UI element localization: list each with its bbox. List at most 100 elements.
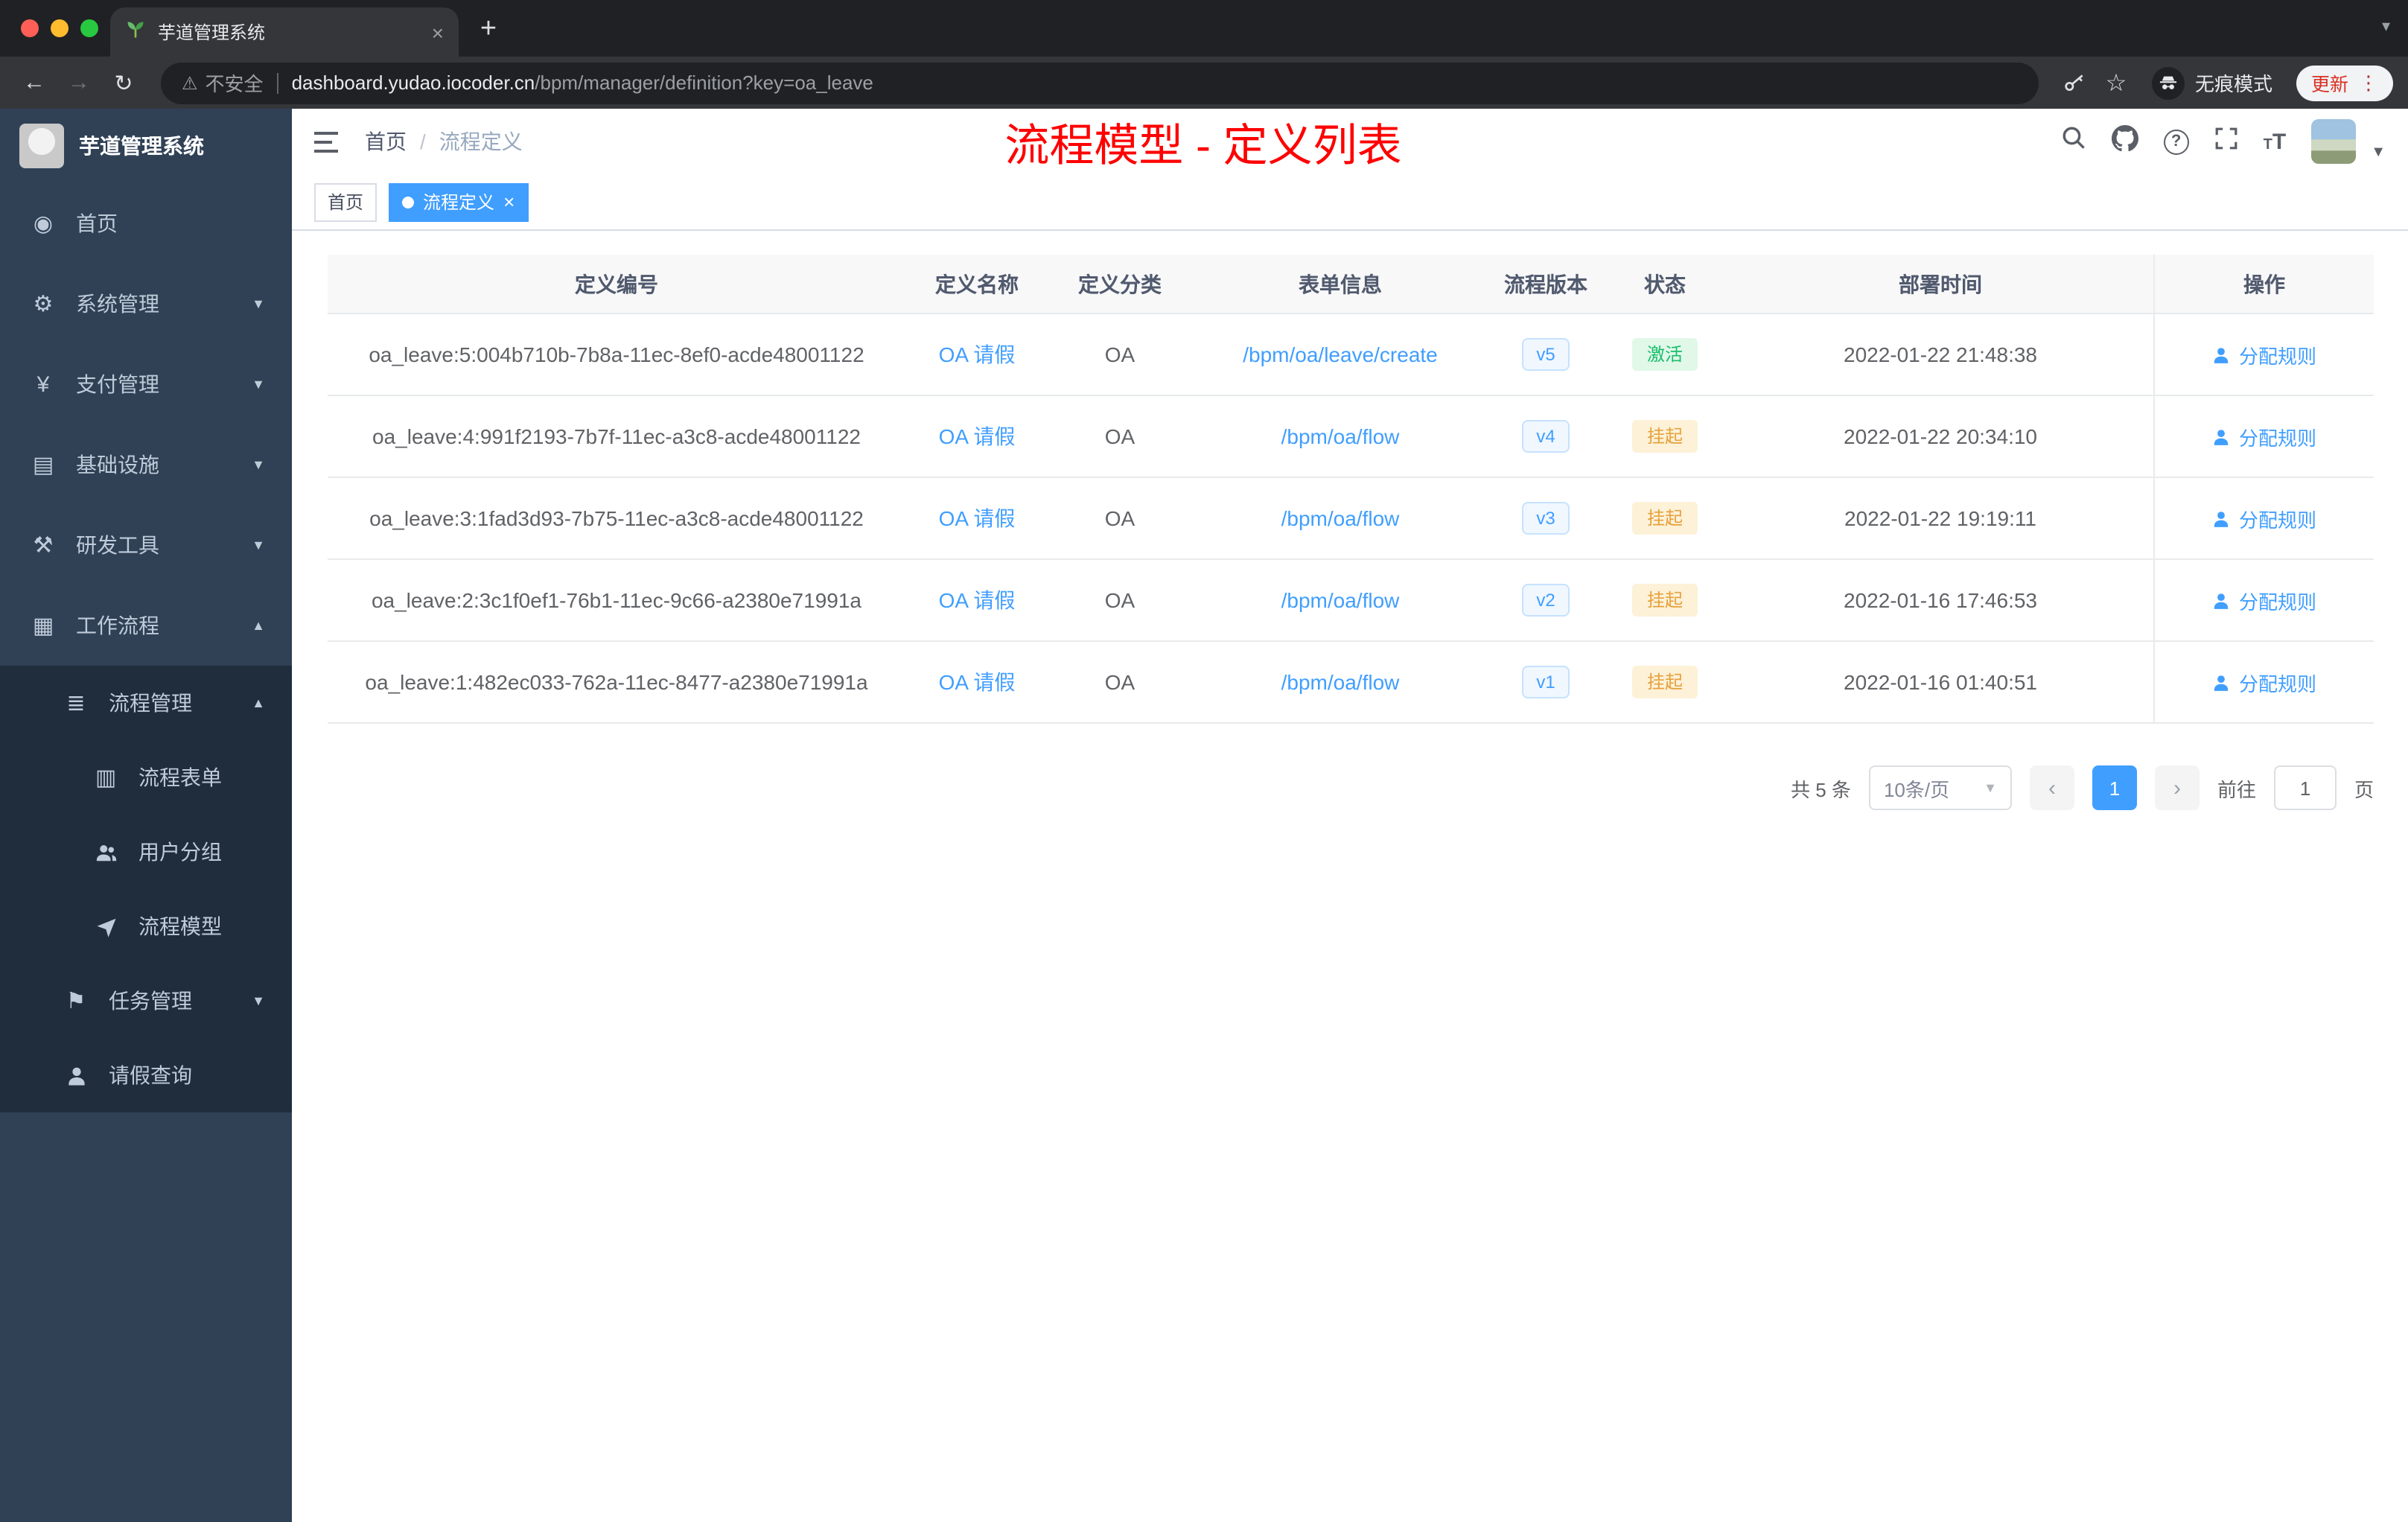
assign-rule-link[interactable]: 分配规则 — [2212, 668, 2316, 696]
close-tag-icon[interactable]: × — [503, 191, 515, 213]
app-logo — [19, 124, 64, 168]
assign-rule-label: 分配规则 — [2238, 509, 2316, 531]
table-header-row: 定义编号 定义名称 定义分类 表单信息 流程版本 状态 部署时间 操作 — [328, 255, 2374, 314]
chevron-down-icon: ▼ — [252, 538, 265, 553]
assign-rule-link[interactable]: 分配规则 — [2212, 340, 2316, 369]
browser-tab[interactable]: 芋道管理系统 × — [110, 7, 459, 57]
sidebar-item-process-form[interactable]: ▥ 流程表单 — [0, 740, 292, 815]
app-shell: 芋道管理系统 ◉ 首页 ⚙ 系统管理 ▼ ¥ 支付管理 ▼ ▤ 基础设施 ▼ ⚒… — [0, 109, 2408, 1522]
back-button[interactable]: ← — [15, 63, 54, 102]
avatar[interactable] — [2311, 119, 2357, 164]
form-link[interactable]: /bpm/oa/flow — [1281, 670, 1400, 694]
sidebar-item-leave-query[interactable]: 请假查询 — [0, 1038, 292, 1112]
address-bar[interactable]: ⚠ 不安全 dashboard.yudao.iocoder.cn/bpm/man… — [161, 62, 2039, 104]
page-size-select[interactable]: 10条/页 ▼ — [1868, 765, 2012, 810]
version-badge: v1 — [1521, 665, 1570, 699]
github-icon[interactable] — [2111, 124, 2138, 159]
avatar-dropdown-caret-icon[interactable]: ▼ — [2371, 144, 2386, 161]
sidebar-item-label: 首页 — [76, 211, 118, 235]
sidebar-item-infrastructure[interactable]: ▤ 基础设施 ▼ — [0, 424, 292, 505]
breadcrumb: 首页 / 流程定义 — [365, 127, 523, 156]
sidebar-item-label: 系统管理 — [76, 292, 159, 316]
column-header: 流程版本 — [1504, 272, 1587, 296]
sidebar-item-home[interactable]: ◉ 首页 — [0, 183, 292, 264]
pagination: 共 5 条 10条/页 ▼ ‹ 1 › 前往 页 — [328, 765, 2374, 810]
fullscreen-icon[interactable] — [2214, 126, 2238, 157]
minimize-window-button[interactable] — [51, 19, 69, 37]
next-page-button[interactable]: › — [2154, 765, 2200, 810]
deploy-time: 2022-01-22 21:48:38 — [1844, 343, 2037, 366]
column-header: 定义分类 — [1078, 272, 1162, 296]
form-link[interactable]: /bpm/oa/leave/create — [1243, 343, 1438, 366]
tag-label: 流程定义 — [423, 192, 495, 213]
sidebar-item-label: 支付管理 — [76, 372, 159, 396]
help-icon[interactable]: ? — [2163, 129, 2189, 154]
sidebar-item-payment-management[interactable]: ¥ 支付管理 ▼ — [0, 344, 292, 424]
close-window-button[interactable] — [21, 19, 39, 37]
reload-button[interactable]: ↻ — [104, 63, 143, 102]
definition-name-link[interactable]: OA 请假 — [939, 503, 1016, 533]
sidebar-item-dev-tools[interactable]: ⚒ 研发工具 ▼ — [0, 505, 292, 585]
status-badge: 挂起 — [1631, 501, 1698, 535]
pagination-total: 共 5 条 — [1791, 778, 1851, 800]
sidebar-item-process-model[interactable]: 流程模型 — [0, 889, 292, 964]
version-badge: v4 — [1521, 419, 1570, 453]
form-link[interactable]: /bpm/oa/flow — [1281, 588, 1400, 612]
definition-name-link[interactable]: OA 请假 — [939, 667, 1016, 697]
new-tab-button[interactable]: + — [468, 9, 509, 51]
sidebar-item-system-management[interactable]: ⚙ 系统管理 ▼ — [0, 264, 292, 344]
page-size-value: 10条/页 — [1883, 778, 1950, 800]
person-icon — [2214, 593, 2229, 608]
definition-category: OA — [1104, 424, 1135, 448]
password-key-icon[interactable] — [2057, 65, 2092, 101]
sidebar-toggle-hamburger-icon[interactable] — [314, 130, 341, 153]
chevron-down-icon: ▼ — [252, 296, 265, 311]
flag-icon: ⚑ — [66, 989, 86, 1014]
status-badge: 挂起 — [1631, 583, 1698, 617]
update-button[interactable]: 更新 ⋮ — [2296, 65, 2393, 101]
definition-name-link[interactable]: OA 请假 — [939, 340, 1016, 369]
chevron-down-icon: ▼ — [252, 377, 265, 392]
sidebar-item-task-management[interactable]: ⚑ 任务管理 ▼ — [0, 964, 292, 1038]
search-icon[interactable] — [2061, 125, 2086, 158]
prev-page-button[interactable]: ‹ — [2029, 765, 2074, 810]
browser-menu-kebab-icon[interactable]: ⋮ — [2359, 71, 2378, 95]
close-tab-icon[interactable]: × — [432, 20, 444, 44]
page-1-button[interactable]: 1 — [2092, 765, 2137, 810]
incognito-label: 无痕模式 — [2194, 73, 2272, 95]
payment-icon: ¥ — [36, 372, 50, 397]
sidebar-item-user-group[interactable]: 用户分组 — [0, 815, 292, 889]
tab-title: 芋道管理系统 — [158, 22, 266, 43]
bookmark-star-icon[interactable]: ☆ — [2098, 65, 2134, 101]
tab-search-chevron-icon[interactable]: ▾ — [2382, 16, 2390, 36]
definition-category: OA — [1104, 588, 1135, 612]
tag-home[interactable]: 首页 — [314, 182, 378, 221]
assign-rule-link[interactable]: 分配规则 — [2212, 586, 2316, 614]
goto-page-input[interactable] — [2273, 765, 2337, 810]
sidebar-item-label: 请假查询 — [109, 1063, 192, 1087]
sidebar-item-label: 基础设施 — [76, 453, 159, 477]
forward-button[interactable]: → — [60, 63, 98, 102]
form-link[interactable]: /bpm/oa/flow — [1281, 506, 1400, 530]
assign-rule-link[interactable]: 分配规则 — [2212, 422, 2316, 450]
breadcrumb-current: 流程定义 — [439, 130, 523, 153]
column-header: 操作 — [2153, 255, 2374, 313]
definition-name-link[interactable]: OA 请假 — [939, 421, 1016, 451]
definition-name-link[interactable]: OA 请假 — [939, 585, 1016, 615]
form-link[interactable]: /bpm/oa/flow — [1281, 424, 1400, 448]
assign-rule-label: 分配规则 — [2238, 672, 2316, 695]
sidebar-item-label: 流程管理 — [109, 691, 192, 715]
security-label[interactable]: 不安全 — [206, 69, 264, 97]
sidebar-logo-row[interactable]: 芋道管理系统 — [0, 109, 292, 183]
person-icon — [2214, 347, 2229, 363]
chevron-up-icon: ▲ — [252, 618, 265, 633]
paper-plane-icon — [92, 915, 119, 937]
sidebar-item-process-management[interactable]: ≣ 流程管理 ▲ — [0, 666, 292, 740]
sidebar-item-workflow[interactable]: ▦ 工作流程 ▲ — [0, 585, 292, 666]
tag-process-definition[interactable]: 流程定义 × — [389, 182, 529, 221]
assign-rule-link[interactable]: 分配规则 — [2212, 504, 2316, 532]
incognito-badge: 无痕模式 — [2151, 66, 2272, 99]
maximize-window-button[interactable] — [80, 19, 98, 37]
font-size-icon[interactable]: TT — [2264, 129, 2287, 154]
breadcrumb-home[interactable]: 首页 — [365, 127, 407, 156]
